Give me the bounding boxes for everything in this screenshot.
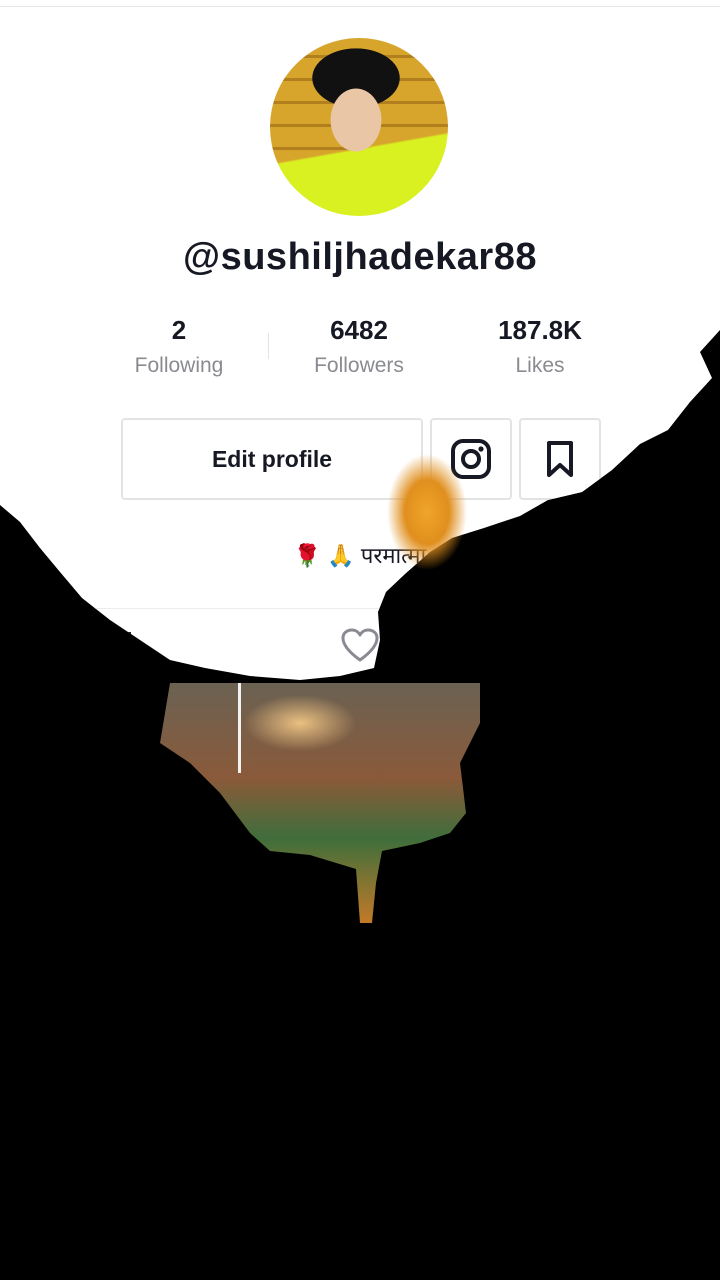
username: @sushiljhadekar88	[183, 236, 537, 278]
rose-emoji: 🌹	[293, 543, 322, 568]
bio: 🌹 🙏 परमात्मा	[0, 540, 720, 570]
profile-panel: @sushiljhadekar88 2 Following 6482 Follo…	[0, 0, 720, 680]
thumbnail-divider	[238, 683, 241, 773]
likes-label: Likes	[515, 354, 565, 377]
active-tab-indicator	[84, 679, 156, 680]
followers-label: Followers	[314, 354, 404, 377]
followers-count: 6482	[330, 315, 388, 345]
video-thumbnail[interactable]	[160, 683, 480, 923]
bookmark-icon	[547, 441, 573, 477]
top-divider	[0, 6, 720, 7]
bookmark-button[interactable]	[519, 418, 601, 500]
tab-videos[interactable]	[100, 628, 140, 664]
stat-following[interactable]: 2 Following	[89, 312, 269, 380]
likes-count: 187.8K	[498, 315, 582, 345]
fire-effect	[382, 452, 472, 574]
grid-icon	[108, 632, 131, 658]
following-label: Following	[134, 354, 224, 377]
following-count: 2	[171, 315, 187, 345]
stat-likes[interactable]: 187.8K Likes	[450, 312, 630, 380]
pray-emoji: 🙏	[327, 543, 355, 568]
edit-profile-button[interactable]: Edit profile	[121, 418, 423, 500]
tabs-divider	[0, 608, 720, 609]
avatar[interactable]	[270, 38, 448, 216]
heart-icon	[341, 628, 379, 662]
profile-screen: @sushiljhadekar88 2 Following 6482 Follo…	[0, 0, 720, 1280]
tab-liked[interactable]	[340, 628, 380, 664]
stat-followers[interactable]: 6482 Followers	[269, 312, 449, 380]
